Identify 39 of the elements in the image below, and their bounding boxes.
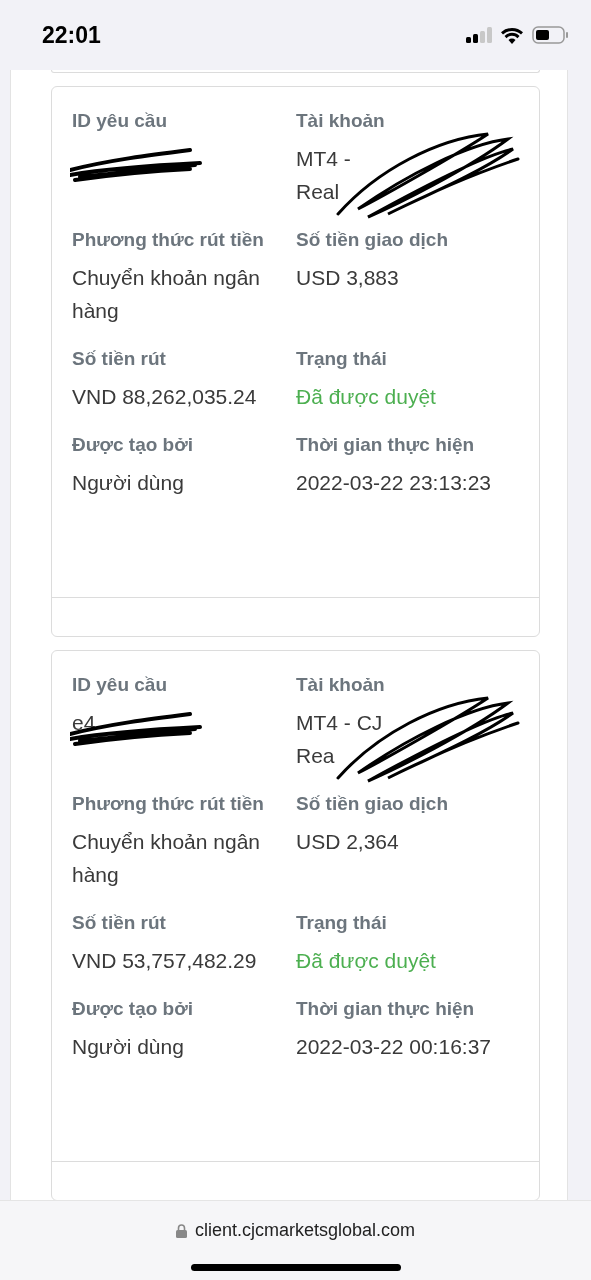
- field-label: Thời gian thực hiện: [296, 997, 476, 1021]
- field-value: 2022-03-22 23:13:23: [296, 470, 492, 496]
- field-value: MT4 - CJ: [296, 710, 383, 736]
- home-indicator[interactable]: [190, 1264, 401, 1271]
- clock-time: 22:01: [42, 20, 101, 50]
- field-label: Phương thức rút tiền: [72, 792, 265, 816]
- field-value: 2022-03-22 00:16:37: [296, 1034, 492, 1060]
- field-value: Người dùng: [72, 1034, 185, 1060]
- field-value: Người dùng: [72, 470, 185, 496]
- field-label: Số tiền rút: [72, 347, 167, 371]
- battery-icon: [532, 26, 569, 44]
- field-value: MT4 -: [296, 146, 351, 172]
- url-text[interactable]: client.cjcmarketsglobal.com: [194, 1217, 416, 1244]
- field-value: USD 3,883: [296, 265, 400, 291]
- wifi-icon: [500, 26, 524, 44]
- signal-icon: [466, 27, 492, 43]
- field-label: Thời gian thực hiện: [296, 433, 476, 457]
- field-label: Tài khoản: [296, 673, 386, 697]
- field-label: Tài khoản: [296, 109, 386, 133]
- field-label: Được tạo bởi: [72, 433, 194, 457]
- field-value: VND 88,262,035.24: [72, 384, 258, 410]
- field-label: Được tạo bởi: [72, 997, 194, 1021]
- field-value: USD 2,364: [296, 829, 400, 855]
- field-value: Rea: [296, 743, 335, 769]
- field-value: Chuyển khoản ngân hàng: [72, 829, 261, 888]
- field-value: VND 53,757,482.29: [72, 948, 258, 974]
- field-label: Trạng thái: [296, 911, 388, 935]
- field-label: ID yêu cầu: [72, 109, 169, 133]
- field-label: ID yêu cầu: [72, 673, 169, 697]
- field-label: Phương thức rút tiền: [72, 228, 265, 252]
- field-value: Chuyển khoản ngân hàng: [72, 265, 261, 324]
- status-text: Đã được duyệt: [296, 948, 437, 974]
- field-label: Trạng thái: [296, 347, 388, 371]
- field-label: Số tiền rút: [72, 911, 167, 935]
- field-value: Real: [296, 179, 340, 205]
- field-label: Số tiền giao dịch: [296, 228, 449, 252]
- lock-icon: [175, 1223, 187, 1238]
- status-text: Đã được duyệt: [296, 384, 437, 410]
- field-label: Số tiền giao dịch: [296, 792, 449, 816]
